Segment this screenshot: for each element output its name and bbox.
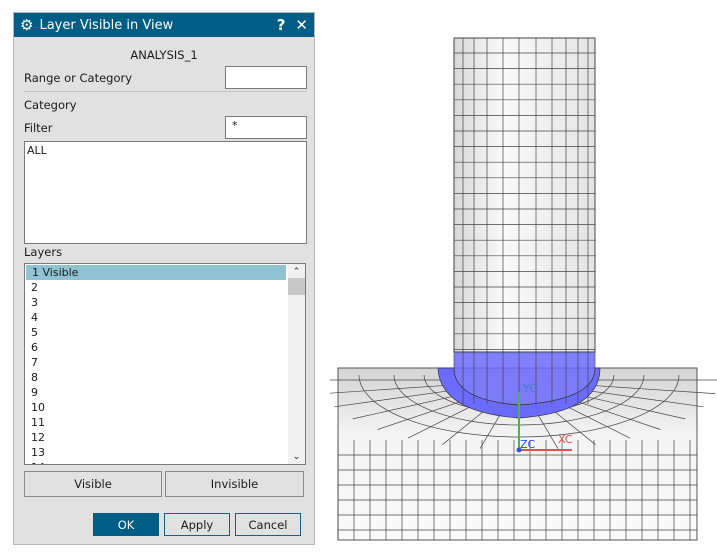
layer-item[interactable]: 7	[25, 355, 305, 370]
layer-item[interactable]: 2	[25, 280, 305, 295]
layer-item[interactable]: 3	[25, 295, 305, 310]
layer-item[interactable]: 13	[25, 445, 305, 460]
layer-item[interactable]: 14	[25, 460, 305, 464]
scrollbar[interactable]: ⌃ ⌄	[288, 264, 305, 464]
y-axis-label: YC	[522, 382, 537, 395]
divider	[24, 91, 307, 92]
layer-item[interactable]: 4	[25, 310, 305, 325]
visible-button[interactable]: Visible	[24, 471, 162, 497]
graphics-viewport[interactable]: XC YC ZC	[330, 30, 717, 550]
dialog-title: Layer Visible in View	[39, 17, 174, 33]
category-item[interactable]: ALL	[27, 144, 304, 157]
layer-item[interactable]: 12	[25, 430, 305, 445]
layers-list[interactable]: 1 Visible234567891011121314 ⌃ ⌄	[24, 263, 306, 465]
range-label: Range or Category	[24, 71, 133, 85]
dialog-title-bar[interactable]: ⚙ Layer Visible in View ? ✕	[14, 13, 314, 37]
layer-item[interactable]: 9	[25, 385, 305, 400]
layer-item[interactable]: 10	[25, 400, 305, 415]
layer-item[interactable]: 8	[25, 370, 305, 385]
scroll-thumb[interactable]	[288, 278, 305, 295]
range-input[interactable]	[225, 66, 307, 89]
close-button[interactable]: ✕	[295, 16, 308, 34]
category-list[interactable]: ALL	[24, 141, 307, 244]
layer-item[interactable]: 5	[25, 325, 305, 340]
layer-item[interactable]: 1 Visible	[26, 265, 286, 280]
layer-item[interactable]: 11	[25, 415, 305, 430]
filter-input[interactable]: *	[225, 116, 307, 139]
layer-visible-dialog: ⚙ Layer Visible in View ? ✕ ANALYSIS_1 R…	[13, 12, 315, 545]
cylinder	[453, 37, 596, 353]
scroll-up-icon[interactable]: ⌃	[288, 267, 305, 277]
apply-button[interactable]: Apply	[164, 513, 230, 536]
cancel-button[interactable]: Cancel	[235, 513, 301, 536]
z-axis-label: ZC	[520, 438, 536, 451]
x-axis-label: XC	[558, 433, 573, 446]
layers-label: Layers	[24, 245, 63, 259]
gear-icon[interactable]: ⚙	[20, 16, 33, 34]
filter-label: Filter	[24, 121, 53, 135]
scroll-down-icon[interactable]: ⌄	[288, 452, 305, 462]
ok-button[interactable]: OK	[93, 513, 159, 536]
invisible-button[interactable]: Invisible	[165, 471, 304, 497]
view-name: ANALYSIS_1	[130, 48, 198, 62]
category-label: Category	[24, 98, 77, 112]
layer-item[interactable]: 6	[25, 340, 305, 355]
help-button[interactable]: ?	[277, 16, 286, 34]
